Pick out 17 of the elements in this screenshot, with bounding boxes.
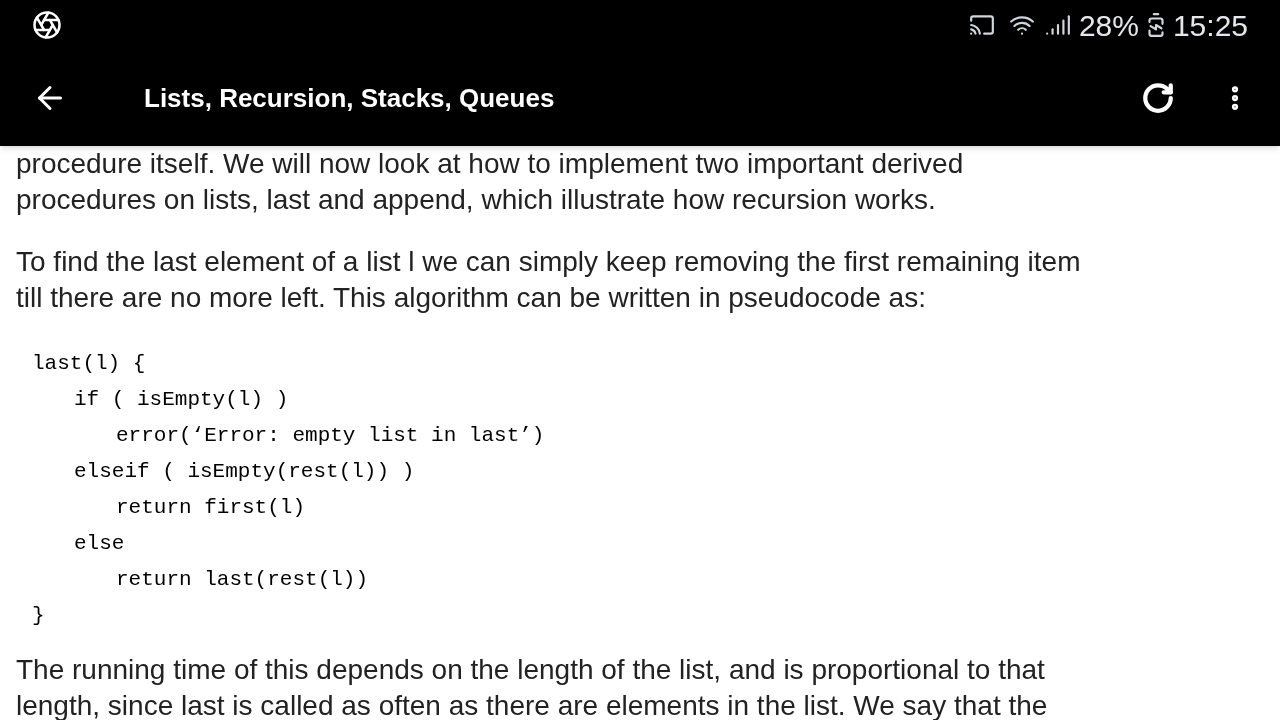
code-line: if ( isEmpty(l) ) [74,388,289,411]
code-line: return last(rest(l)) [116,568,369,591]
page-title: Lists, Recursion, Stacks, Queues [144,81,556,115]
signal-icon [1044,12,1071,38]
camera-icon [32,10,62,40]
code-line: error(‘Error: empty list in last’) [116,424,545,447]
code-line: else [74,532,125,555]
paragraph: To find the last element of a list l we can simply keep removing the first remaining item till there are no more left. This algorithm can be written in pseudocode as: [16,245,1081,315]
code-line: } [32,604,45,627]
code-line: return first(l) [116,496,306,519]
battery-percent: 28% [1078,7,1139,44]
clock: 15:25 [1172,7,1248,44]
cast-icon [968,12,995,38]
code-line: last(l) { [32,352,146,375]
paragraph: procedure itself. We will now look at how to implement two important derived procedures on lists, last and append, which illustrate how recursion works. [16,147,964,217]
paragraph: The running time of this depends on the length of the list, and is proportional to that length, since last is called as often as there are elements in the list. We say that the [16,653,1048,720]
code-line: elseif ( isEmpty(rest(l)) ) [74,460,415,483]
